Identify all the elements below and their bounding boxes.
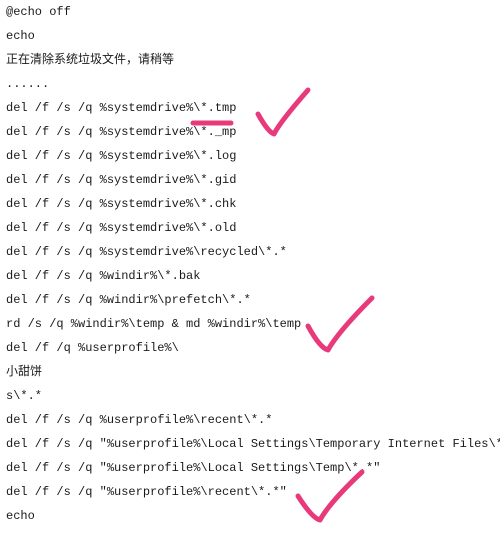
- code-line: s\*.*: [6, 390, 500, 414]
- code-line: del /f /s /q %systemdrive%\*.gid: [6, 174, 500, 198]
- code-line: rd /s /q %windir%\temp & md %windir%\tem…: [6, 318, 500, 342]
- code-line: echo: [6, 30, 500, 54]
- batch-script-document: @echo off echo 正在清除系统垃圾文件，请稍等 ...... del…: [0, 0, 500, 534]
- code-line: ......: [6, 78, 500, 102]
- code-line: del /f /s /q "%userprofile%\Local Settin…: [6, 462, 500, 486]
- code-line: del /f /q %userprofile%\: [6, 342, 500, 366]
- code-line: del /f /s /q %systemdrive%\recycled\*.*: [6, 246, 500, 270]
- code-line: @echo off: [6, 6, 500, 30]
- code-line: del /f /s /q %windir%\prefetch\*.*: [6, 294, 500, 318]
- code-line: echo: [6, 510, 500, 534]
- code-line: 正在清除系统垃圾文件，请稍等: [6, 54, 500, 78]
- code-line: del /f /s /q %systemdrive%\*._mp: [6, 126, 500, 150]
- code-line: del /f /s /q "%userprofile%\Local Settin…: [6, 438, 500, 462]
- code-line: del /f /s /q %systemdrive%\*.log: [6, 150, 500, 174]
- code-line: del /f /s /q %windir%\*.bak: [6, 270, 500, 294]
- code-line: del /f /s /q %systemdrive%\*.tmp: [6, 102, 500, 126]
- code-line: del /f /s /q %userprofile%\recent\*.*: [6, 414, 500, 438]
- code-line: del /f /s /q "%userprofile%\recent\*.*": [6, 486, 500, 510]
- code-line: del /f /s /q %systemdrive%\*.chk: [6, 198, 500, 222]
- code-line: 小甜饼: [6, 366, 500, 390]
- code-line: del /f /s /q %systemdrive%\*.old: [6, 222, 500, 246]
